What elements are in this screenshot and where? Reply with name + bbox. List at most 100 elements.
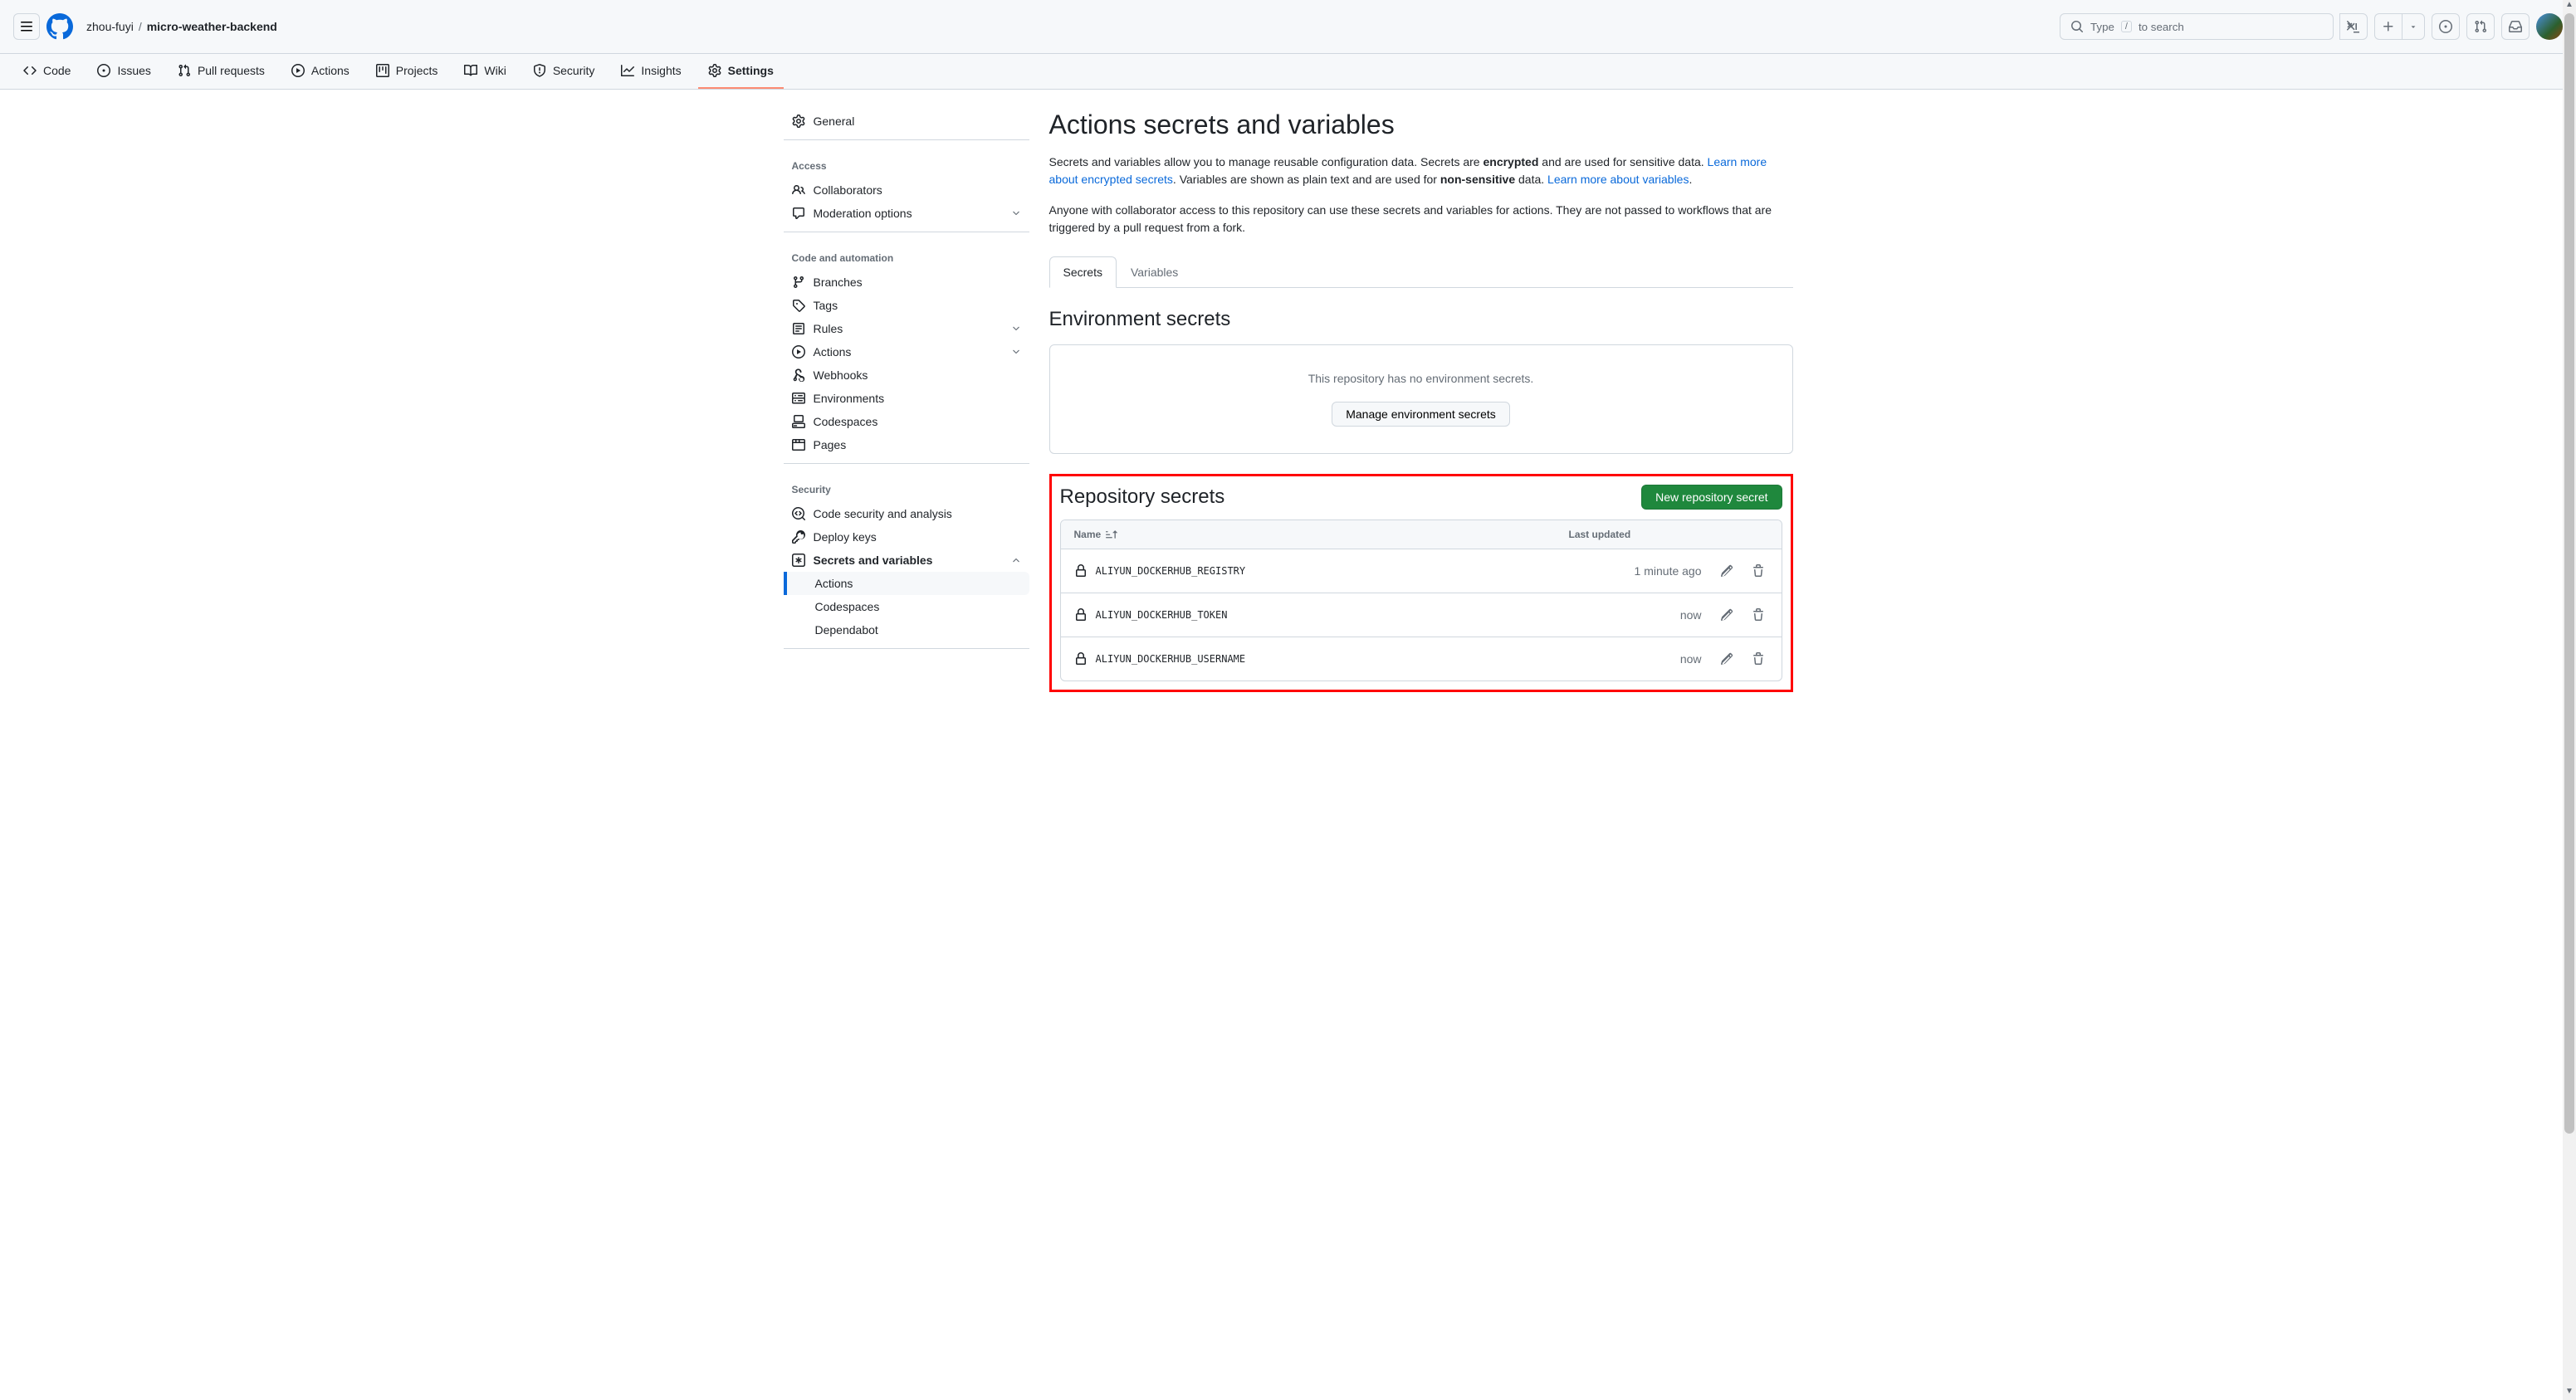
actions-icon [291,64,305,77]
sidebar-secrets-vars[interactable]: Secrets and variables [784,549,1029,572]
delete-secret-button[interactable] [1748,649,1768,669]
user-avatar[interactable] [2536,13,2563,40]
nav-pulls[interactable]: Pull requests [168,54,275,89]
plus-button[interactable] [2374,13,2402,40]
issues-button[interactable] [2432,13,2460,40]
edit-secret-button[interactable] [1717,649,1737,669]
page-title: Actions secrets and variables [1049,110,1793,140]
search-icon [2070,20,2084,33]
breadcrumb: zhou-fuyi / micro-weather-backend [86,20,277,33]
sidebar-security-heading: Security [784,477,1029,502]
breadcrumb-separator: / [139,20,142,33]
sidebar-code-heading: Code and automation [784,246,1029,271]
trash-icon [1752,564,1765,578]
pulls-button[interactable] [2466,13,2495,40]
sidebar-sub-actions[interactable]: Actions [784,572,1029,595]
manage-env-secrets-button[interactable]: Manage environment secrets [1332,402,1510,427]
sidebar-branches[interactable]: Branches [784,271,1029,294]
trash-icon [1752,652,1765,666]
sidebar-environments[interactable]: Environments [784,387,1029,410]
nav-actions[interactable]: Actions [281,54,359,89]
repo-secrets-title: Repository secrets [1060,485,1225,509]
secret-name: ALIYUN_DOCKERHUB_TOKEN [1096,609,1228,621]
secret-row: ALIYUN_DOCKERHUB_USERNAME now [1061,637,1782,680]
create-menu[interactable] [2374,13,2425,40]
nav-projects[interactable]: Projects [366,54,448,89]
secret-updated: 1 minute ago [1569,564,1702,578]
sidebar-webhooks[interactable]: Webhooks [784,363,1029,387]
gear-icon [792,115,805,128]
chevron-down-icon [1011,347,1021,357]
command-palette-button[interactable] [2339,13,2368,40]
secret-updated: now [1569,608,1702,622]
nav-insights[interactable]: Insights [611,54,691,89]
sort-asc-icon[interactable] [1106,529,1117,540]
rules-icon [792,322,805,335]
delete-secret-button[interactable] [1748,605,1768,625]
tab-secrets[interactable]: Secrets [1049,256,1117,288]
sidebar-general[interactable]: General [784,110,1029,133]
sidebar-codespaces[interactable]: Codespaces [784,410,1029,433]
sidebar-moderation[interactable]: Moderation options [784,202,1029,225]
pencil-icon [1720,564,1733,578]
scrollbar-thumb[interactable] [2564,13,2574,1134]
pull-request-icon [2474,20,2487,33]
sidebar-deploy-keys[interactable]: Deploy keys [784,525,1029,549]
nav-code[interactable]: Code [13,54,81,89]
scrollbar[interactable]: ▲ ▼ [2563,0,2576,1400]
hamburger-icon [20,20,33,33]
tab-variables[interactable]: Variables [1117,256,1192,288]
pencil-icon [1720,652,1733,666]
sidebar-pages[interactable]: Pages [784,433,1029,456]
sidebar-collaborators[interactable]: Collaborators [784,178,1029,202]
sidebar-access-heading: Access [784,154,1029,178]
new-repo-secret-button[interactable]: New repository secret [1641,485,1782,510]
branch-icon [792,276,805,289]
server-icon [792,392,805,405]
main-content: Actions secrets and variables Secrets an… [1049,110,1793,692]
sidebar-code-security[interactable]: Code security and analysis [784,502,1029,525]
secrets-table-header: Name Last updated [1061,520,1782,549]
scroll-up-arrow[interactable]: ▲ [2563,0,2576,13]
search-input[interactable]: Type / to search [2060,13,2334,40]
lock-icon [1074,608,1088,622]
settings-sidebar: General Access Collaborators Moderation … [784,110,1029,692]
issues-icon [97,64,110,77]
edit-secret-button[interactable] [1717,605,1737,625]
people-icon [792,183,805,197]
projects-icon [376,64,389,77]
triangle-down-icon [2409,22,2417,31]
nav-issues[interactable]: Issues [87,54,160,89]
owner-link[interactable]: zhou-fuyi [86,20,134,33]
sidebar-actions[interactable]: Actions [784,340,1029,363]
repo-nav: Code Issues Pull requests Actions Projec… [0,54,2576,90]
secret-name: ALIYUN_DOCKERHUB_REGISTRY [1096,565,1246,577]
sidebar-rules[interactable]: Rules [784,317,1029,340]
scroll-down-arrow[interactable]: ▼ [2563,1387,2576,1400]
sidebar-sub-dependabot[interactable]: Dependabot [784,618,1029,641]
play-icon [792,345,805,359]
nav-wiki[interactable]: Wiki [454,54,516,89]
learn-variables-link[interactable]: Learn more about variables [1547,173,1689,186]
secret-name: ALIYUN_DOCKERHUB_USERNAME [1096,653,1246,665]
comment-icon [792,207,805,220]
nav-security[interactable]: Security [523,54,605,89]
secret-updated: now [1569,652,1702,666]
notifications-button[interactable] [2501,13,2530,40]
sidebar-sub-codespaces[interactable]: Codespaces [784,595,1029,618]
search-placeholder-prefix: Type [2090,21,2114,33]
plus-dropdown[interactable] [2402,13,2425,40]
trash-icon [1752,608,1765,622]
lock-icon [1074,652,1088,666]
env-empty-text: This repository has no environment secre… [1077,372,1766,385]
delete-secret-button[interactable] [1748,561,1768,581]
nav-settings[interactable]: Settings [698,54,784,89]
sidebar-tags[interactable]: Tags [784,294,1029,317]
repo-secrets-section: Repository secrets New repository secret… [1049,474,1793,692]
secret-row: ALIYUN_DOCKERHUB_TOKEN now [1061,593,1782,637]
repo-link[interactable]: micro-weather-backend [147,20,277,33]
github-logo[interactable] [46,13,73,40]
hamburger-menu[interactable] [13,13,40,40]
edit-secret-button[interactable] [1717,561,1737,581]
search-slash-key: / [2121,21,2132,32]
